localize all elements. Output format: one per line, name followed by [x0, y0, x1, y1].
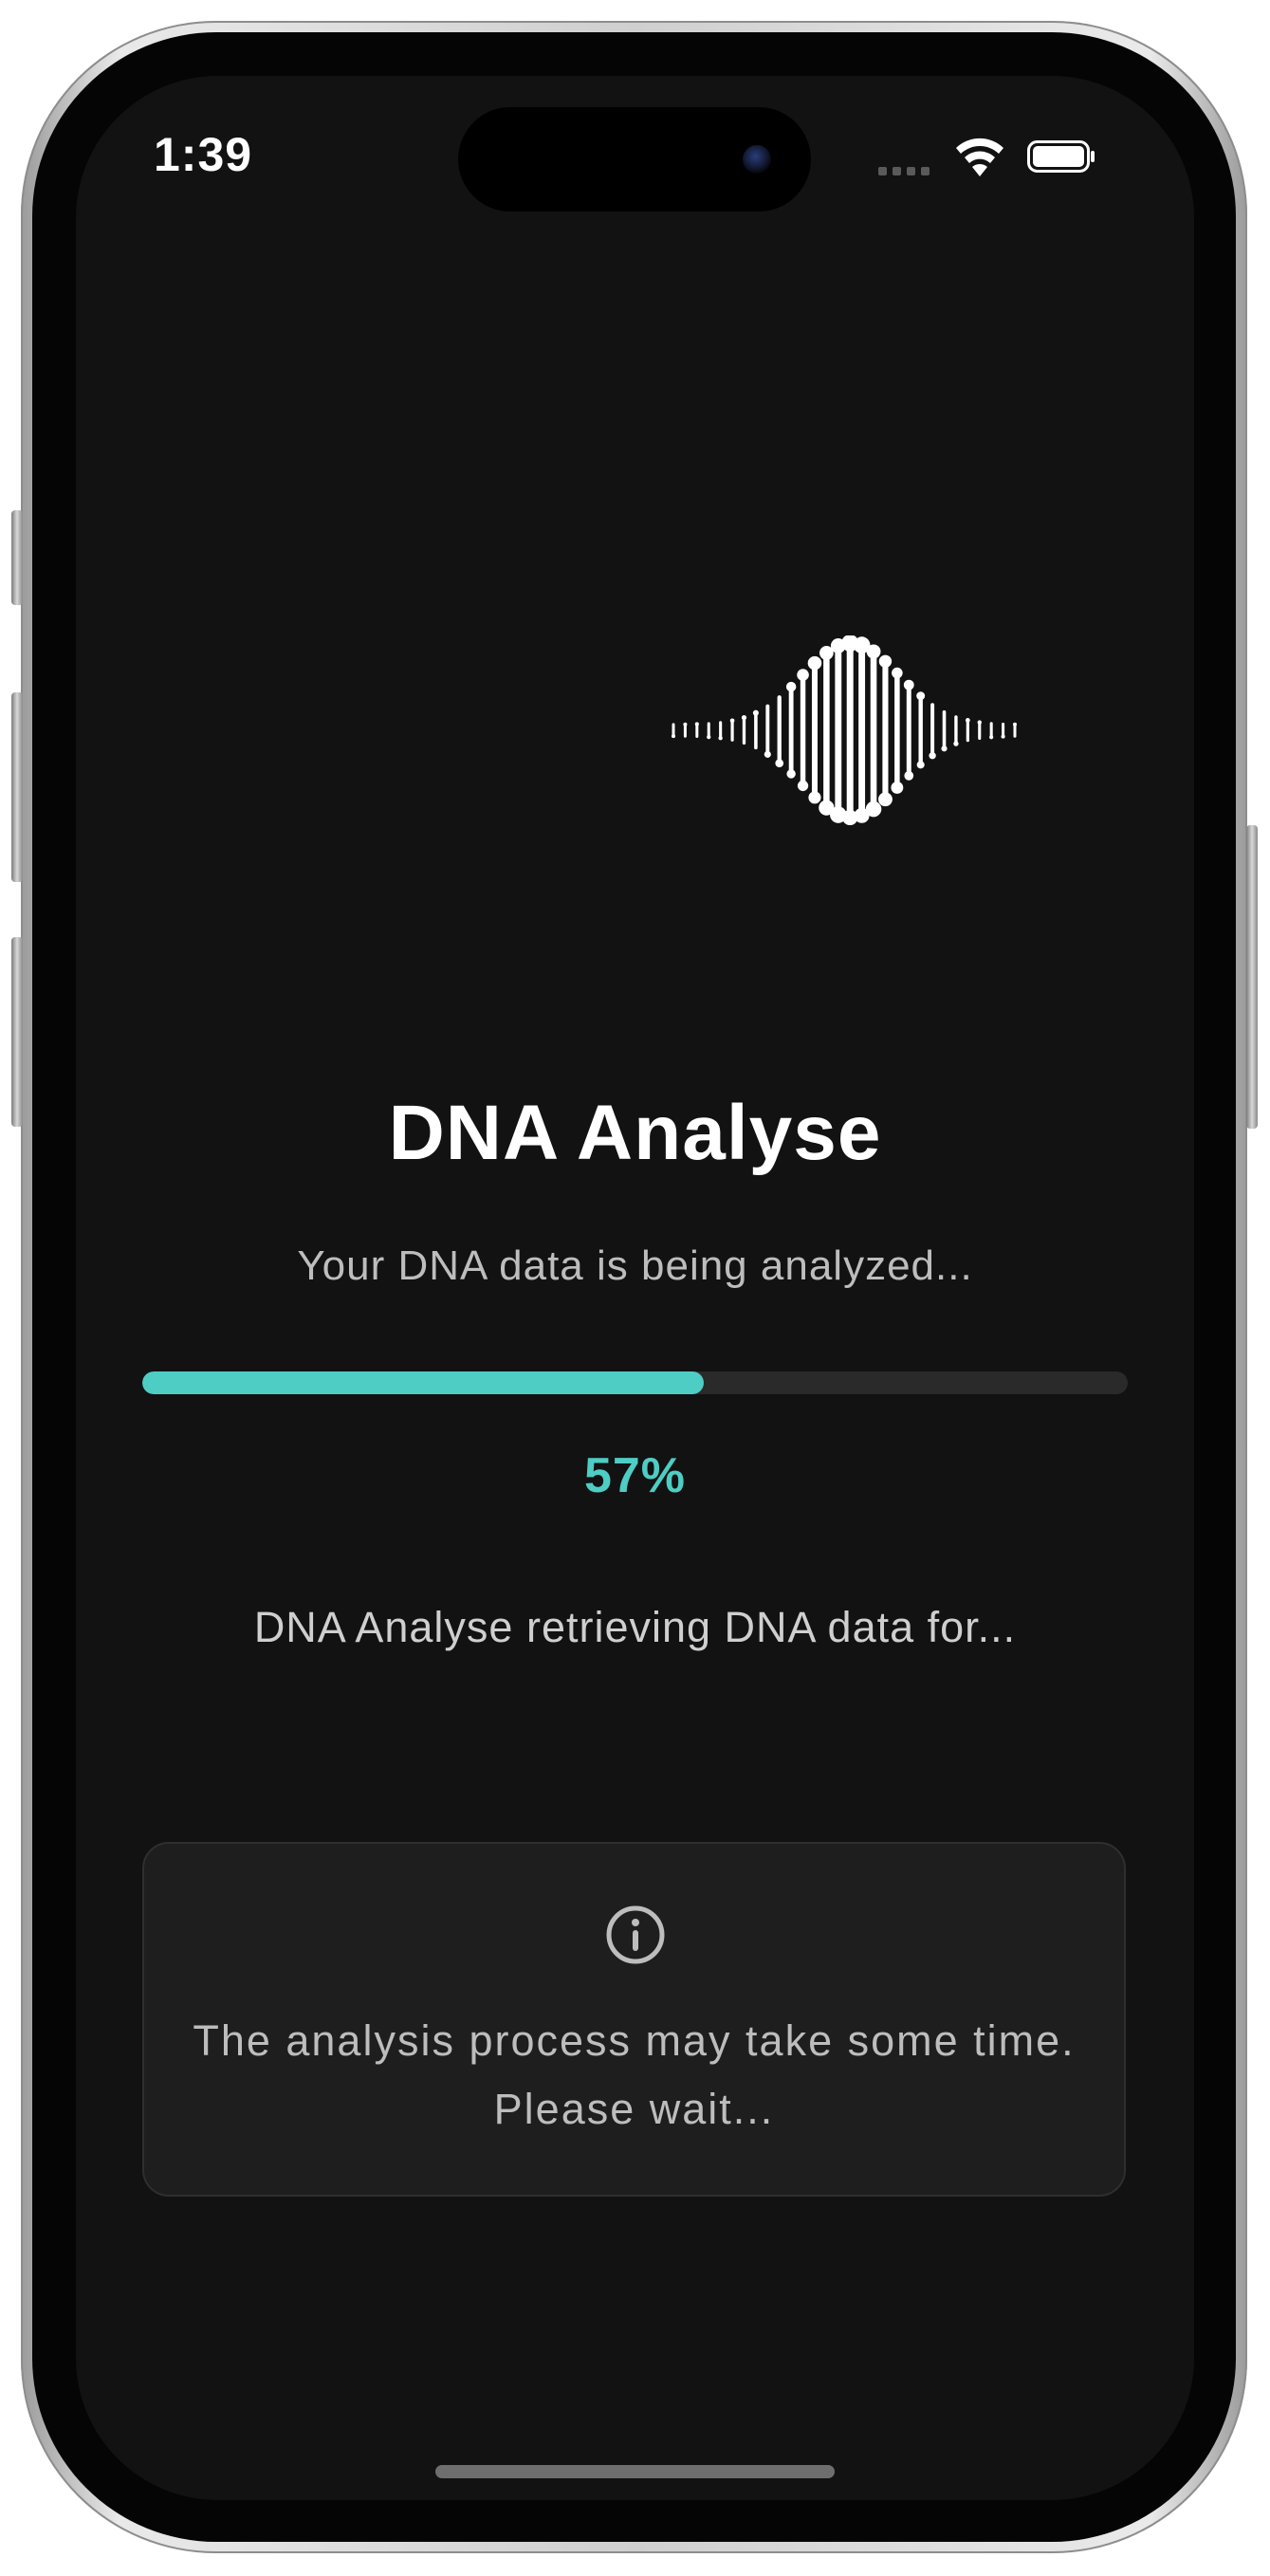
status-time: 1:39 [154, 128, 253, 181]
dna-helix-icon [671, 635, 1018, 825]
wifi-icon [956, 138, 1003, 176]
info-card: The analysis process may take some time.… [142, 1842, 1126, 2197]
progress-bar [142, 1371, 1128, 1394]
status-message: DNA Analyse retrieving DNA data for... [253, 1603, 1017, 1651]
info-text: The analysis process may take some time.… [193, 2016, 1076, 2133]
volume-up-button [11, 692, 23, 882]
page-title: DNA Analyse [388, 1090, 882, 1176]
info-icon [606, 1905, 665, 1964]
progress-fill [142, 1371, 705, 1394]
progress-percent: 57% [583, 1448, 687, 1503]
front-camera [743, 145, 771, 174]
action-button [11, 510, 23, 605]
dynamic-island [458, 107, 811, 212]
battery-icon [1027, 140, 1095, 173]
signal-icon [878, 167, 929, 175]
side-button [1246, 825, 1258, 1129]
home-indicator[interactable] [435, 2465, 835, 2478]
page-subtitle: Your DNA data is being analyzed... [297, 1242, 973, 1289]
